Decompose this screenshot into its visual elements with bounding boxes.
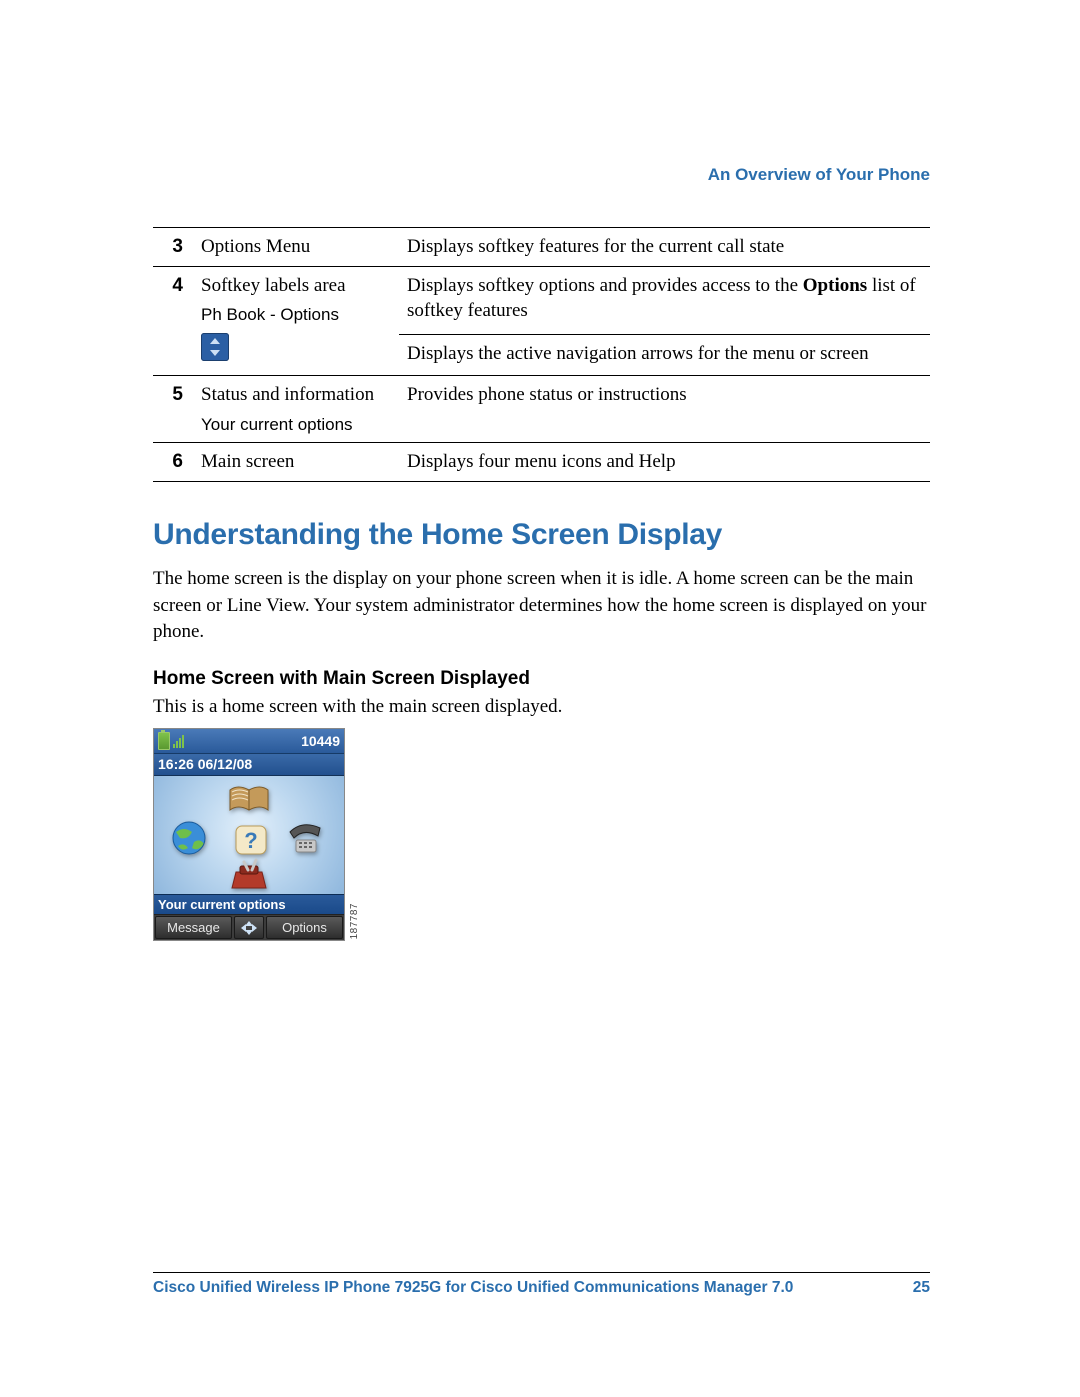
footer-page-number: 25 (913, 1279, 930, 1297)
table-row: 3 Options Menu Displays softkey features… (153, 228, 930, 267)
phone-extension: 10449 (301, 733, 340, 749)
footer-title: Cisco Unified Wireless IP Phone 7925G fo… (153, 1279, 793, 1297)
feature-table: 3 Options Menu Displays softkey features… (153, 227, 930, 482)
phone-handset-icon (282, 818, 328, 858)
phone-topbar: 10449 (154, 729, 344, 754)
section-body: The home screen is the display on your p… (153, 566, 930, 646)
globe-icon (166, 818, 212, 858)
softkey-nav-icon (234, 916, 264, 939)
sub-heading: Home Screen with Main Screen Displayed (153, 668, 930, 690)
softkey-right: Options (266, 916, 343, 939)
tools-icon (226, 858, 272, 898)
row-desc: Displays four menu icons and Help (399, 443, 930, 482)
row-number: 5 (153, 375, 193, 443)
phone-datetime: 16:26 06/12/08 (154, 754, 344, 776)
nav-arrows-icon (201, 333, 229, 361)
row-item: Main screen (193, 443, 399, 482)
row-desc: Provides phone status or instructions (399, 375, 930, 443)
row-item-example: Ph Book - Options (201, 304, 391, 327)
table-row: 6 Main screen Displays four menu icons a… (153, 443, 930, 482)
row-item: Softkey labels area Ph Book - Options (193, 266, 399, 375)
signal-icon (173, 734, 187, 748)
table-row: 4 Softkey labels area Ph Book - Options … (153, 266, 930, 334)
row-item-example: Your current options (201, 414, 391, 437)
row-item: Status and information Your current opti… (193, 375, 399, 443)
section-title: Understanding the Home Screen Display (153, 518, 930, 552)
row-desc: Displays softkey features for the curren… (399, 228, 930, 267)
battery-icon (158, 732, 170, 750)
sub-body: This is a home screen with the main scre… (153, 694, 930, 721)
svg-text:?: ? (244, 828, 257, 853)
directory-icon (226, 780, 272, 820)
chapter-header: An Overview of Your Phone (153, 165, 930, 185)
phone-softkey-bar: Message Options (154, 914, 344, 940)
phone-screenshot: 10449 16:26 06/12/08 ? (153, 728, 357, 941)
row-number: 6 (153, 443, 193, 482)
row-desc: Displays the active navigation arrows fo… (399, 334, 930, 375)
page-footer: Cisco Unified Wireless IP Phone 7925G fo… (153, 1272, 930, 1297)
phone-main-screen: ? (154, 776, 344, 894)
softkey-left: Message (155, 916, 232, 939)
help-icon: ? (228, 820, 274, 860)
row-item: Options Menu (193, 228, 399, 267)
row-desc: Displays softkey options and provides ac… (399, 266, 930, 334)
table-row: 5 Status and information Your current op… (153, 375, 930, 443)
row-number: 3 (153, 228, 193, 267)
image-id-label: 187787 (349, 903, 360, 939)
row-number: 4 (153, 266, 193, 375)
